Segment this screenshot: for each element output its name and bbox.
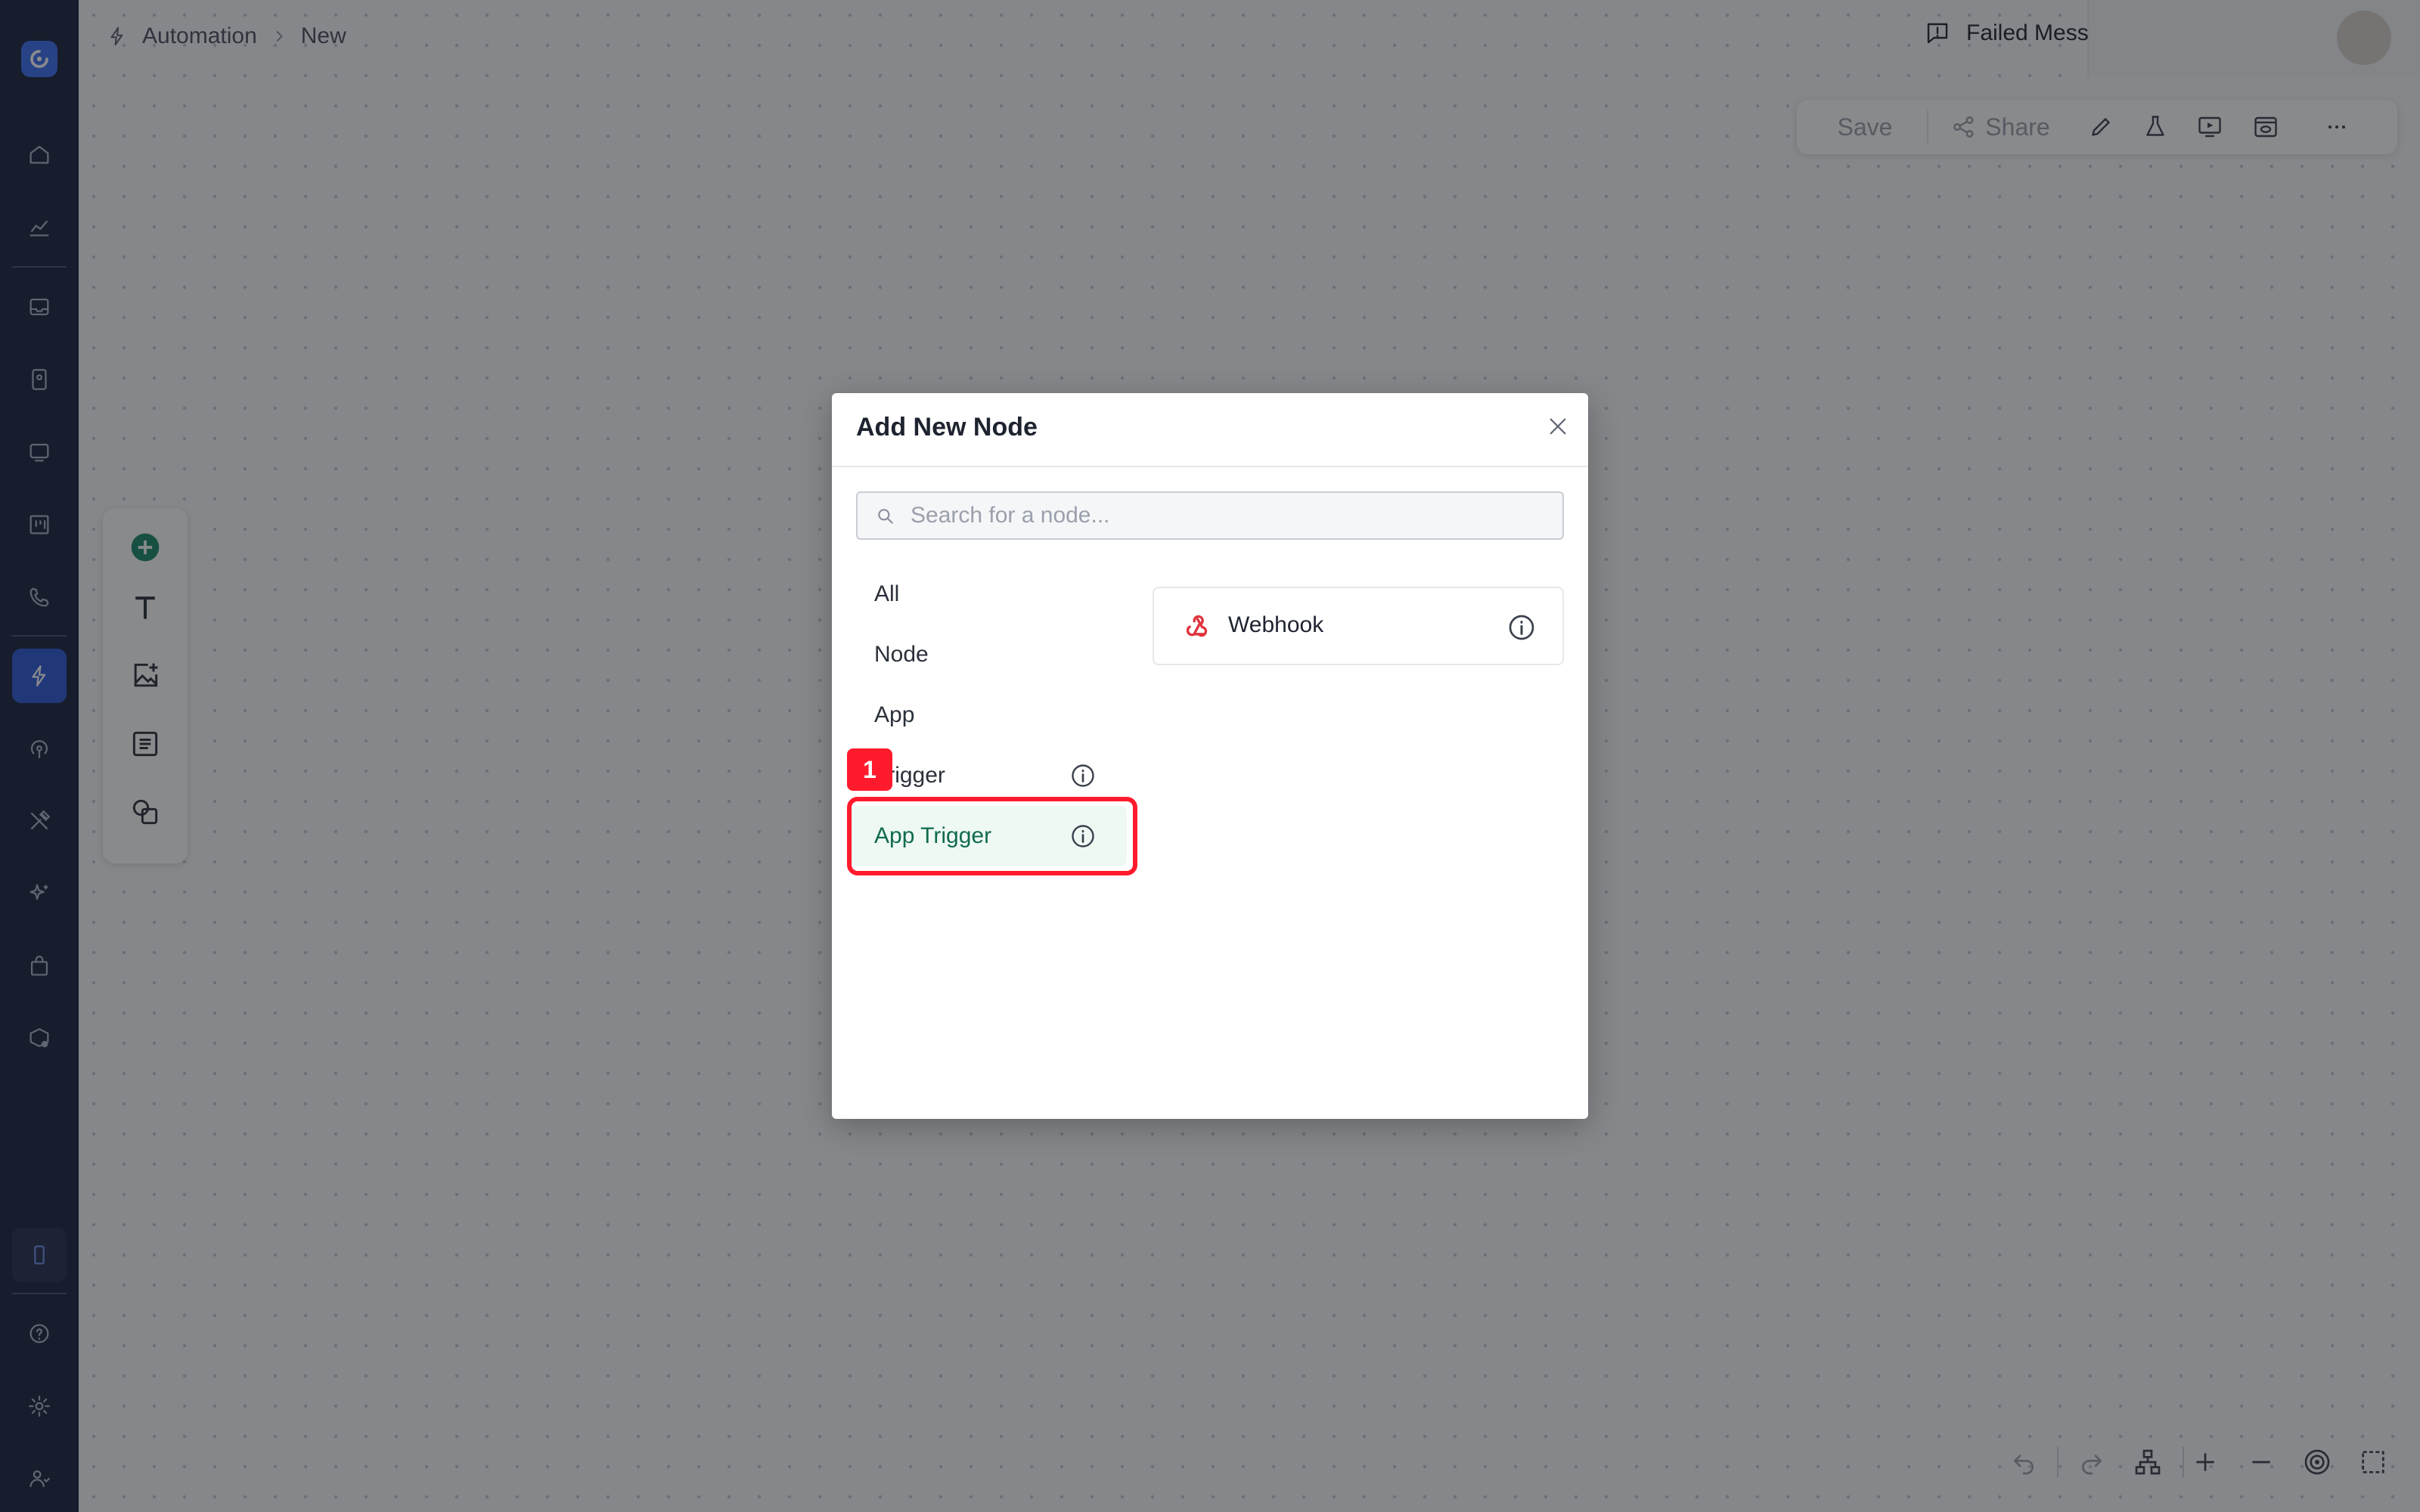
search-input[interactable] xyxy=(911,499,1546,532)
dialog-title: Add New Node xyxy=(856,413,1038,442)
add-node-dialog: Add New Node All Node App Trigger App Tr… xyxy=(832,393,1588,1119)
category-label: Node xyxy=(874,642,929,667)
close-icon xyxy=(1550,418,1566,435)
annotation-badge: 1 xyxy=(847,748,892,791)
category-label: All xyxy=(874,581,900,606)
info-icon[interactable] xyxy=(1069,762,1097,789)
node-label: Webhook xyxy=(1228,612,1324,637)
category-node[interactable]: Node xyxy=(850,624,1127,685)
category-label: App xyxy=(874,702,915,727)
webhook-icon xyxy=(1186,615,1208,637)
category-all[interactable]: All xyxy=(850,564,1127,624)
search-icon xyxy=(878,509,893,524)
dialog-divider xyxy=(832,466,1588,467)
annotation-highlight xyxy=(847,797,1137,875)
node-search-field xyxy=(856,491,1564,540)
close-button[interactable] xyxy=(1543,411,1573,442)
category-app[interactable]: App xyxy=(850,685,1127,745)
info-icon[interactable] xyxy=(1506,612,1537,643)
node-card-webhook[interactable]: Webhook xyxy=(1153,587,1564,665)
